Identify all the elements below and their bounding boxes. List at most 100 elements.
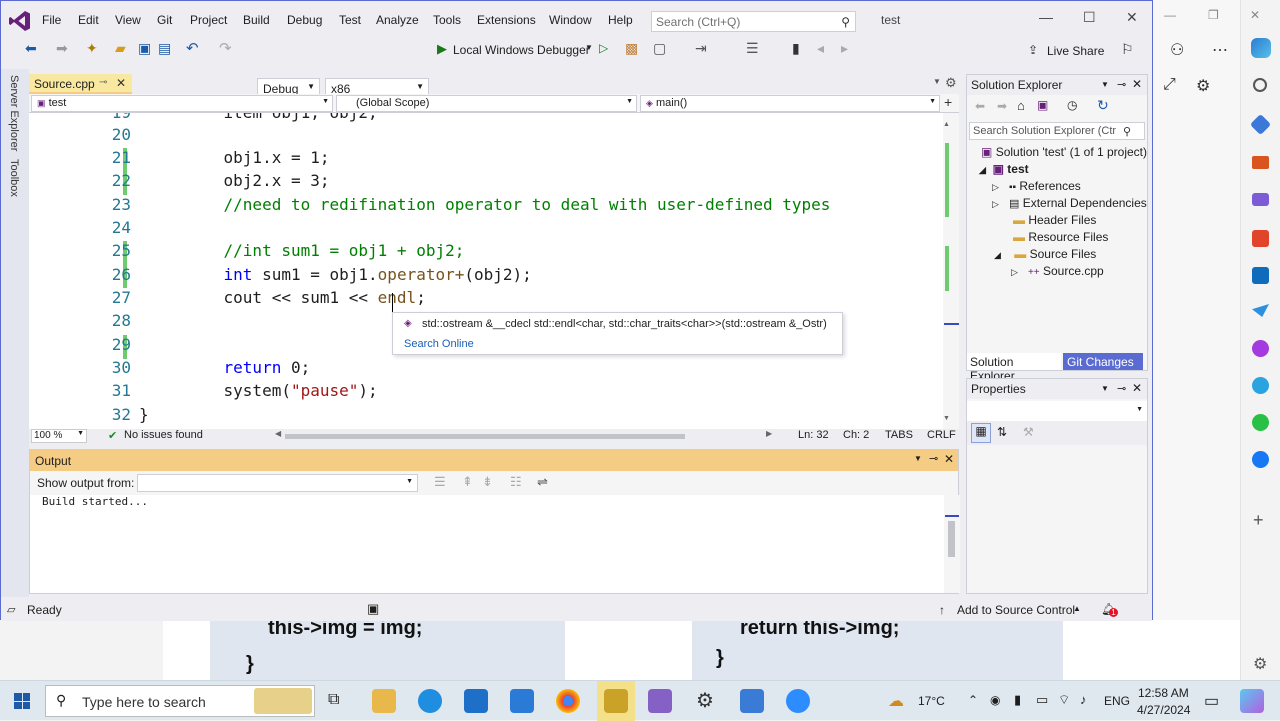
menu-analyze[interactable]: Analyze [376,13,419,27]
issues-label[interactable]: No issues found [124,429,203,441]
brain-icon[interactable]: ⚇ [1170,40,1184,60]
tree-solution[interactable]: ▣ Solution 'test' (1 of 1 project) [981,145,1147,162]
start-without-debug-icon[interactable]: ▷ [599,41,608,55]
indent-icon[interactable]: ☰ [746,40,759,57]
output-source-dropdown[interactable]: ▼ [137,474,418,492]
briefcase-icon[interactable] [1252,156,1269,169]
tree-external-deps[interactable]: ▷ ▤ External Dependencies [992,196,1147,213]
switch-views-icon[interactable]: ▣ [1037,98,1048,112]
back-icon[interactable]: ⬅ [975,99,985,113]
menu-build[interactable]: Build [243,13,270,27]
volume-icon[interactable]: ♪ [1080,692,1087,707]
scope-dropdown[interactable]: (Global Scope) ▼ [336,95,637,112]
source-control-label[interactable]: Add to Source Control [957,603,1075,617]
forward-icon[interactable]: ➡ [997,99,1007,113]
pending-changes-icon[interactable]: ◷ [1067,98,1077,112]
weather-temp[interactable]: 17°C [918,694,945,708]
whatsapp-icon[interactable] [1252,414,1269,431]
clear-icon[interactable]: ☷ [510,474,522,490]
facebook-icon[interactable] [1252,451,1269,468]
find-icon[interactable]: ☰ [434,474,446,490]
pin-icon[interactable]: ⊸ [1117,382,1126,395]
open-folder-icon[interactable]: ▰ [115,40,126,57]
scroll-thumb[interactable] [948,521,955,557]
chevron-down-icon[interactable]: ▼ [585,43,593,52]
tree-source-cpp[interactable]: ▷ ++ Source.cpp [1011,264,1104,281]
next-message-icon[interactable]: ⇟ [482,474,493,490]
step-icon[interactable]: ⇥ [695,40,707,57]
live-share-label[interactable]: Live Share [1047,44,1104,58]
telegram-icon[interactable] [1252,377,1269,394]
pin-icon[interactable]: ⊸ [99,77,107,88]
minimize-icon[interactable]: — [1039,9,1053,25]
toolbox-tab[interactable]: Toolbox [8,159,20,197]
chevron-up-icon[interactable]: ▲ [1073,604,1081,613]
categorized-icon[interactable]: ▦ [971,423,991,443]
file-explorer-icon[interactable] [372,689,396,713]
sync-icon[interactable]: ↻ [1097,97,1109,114]
scroll-down-icon[interactable]: ▼ [943,415,950,422]
scroll-left-icon[interactable]: ◀ [275,429,281,438]
screenshot-icon[interactable]: ▢ [653,40,666,57]
dropdown-icon[interactable]: ▼ [1101,384,1109,393]
more-icon[interactable]: ⋯ [1212,40,1228,60]
tab-source-cpp[interactable]: Source.cpp ⊸ ✕ [29,74,132,94]
close-icon[interactable]: ✕ [944,452,954,466]
chevron-up-icon[interactable]: ⌃ [968,693,978,707]
tree-header-files[interactable]: ▬ Header Files [1013,213,1096,230]
notification-icon[interactable]: ▭ [1204,691,1219,711]
mail-icon[interactable] [464,689,488,713]
dropdown-icon[interactable]: ▼ [1101,80,1109,89]
play-icon[interactable]: ▶ [437,41,447,57]
pin-icon[interactable]: ⊸ [1117,78,1126,91]
remote-desktop-icon[interactable] [740,689,764,713]
browser-minimize-icon[interactable]: — [1164,8,1176,22]
start-icon[interactable] [14,693,30,709]
properties-object-dropdown[interactable]: ▼ [967,401,1147,421]
menu-help[interactable]: Help [608,13,633,27]
tag-icon[interactable] [1249,113,1272,136]
close-icon[interactable]: ✕ [1126,9,1138,26]
menu-debug[interactable]: Debug [287,13,322,27]
zoom-dropdown[interactable]: 100 % ▼ [31,429,87,443]
home-icon[interactable]: ⌂ [1017,98,1025,113]
editor-vertical-scrollbar[interactable]: ▲ ▼ [943,113,959,429]
new-item-icon[interactable]: ✦ [86,40,98,57]
zoom-icon[interactable] [786,689,810,713]
maximize-icon[interactable]: ☐ [1083,9,1096,26]
scroll-right-icon[interactable]: ▶ [766,429,772,438]
add-icon[interactable]: + [1253,510,1264,531]
redo-icon[interactable]: ↷ [219,39,232,57]
prev-bookmark-icon[interactable]: ◂ [817,40,824,57]
browser-close-icon[interactable]: ✕ [1250,8,1260,22]
outlook-icon[interactable] [1252,267,1269,284]
menu-extensions[interactable]: Extensions [477,13,536,27]
menu-tools[interactable]: Tools [433,13,461,27]
clock-time[interactable]: 12:58 AM [1138,686,1189,700]
search-box[interactable]: Search (Ctrl+Q) ⚲ [651,11,856,32]
save-all-icon[interactable]: ▤ [158,40,171,57]
menu-view[interactable]: View [115,13,141,27]
expand-icon[interactable]: ⤢ [1163,76,1176,94]
solution-search-input[interactable]: Search Solution Explorer (Ctr ⚲ [969,122,1145,140]
browse-icon[interactable]: ▩ [625,40,638,57]
server-explorer-tab[interactable]: Server Explorer [8,75,20,151]
send-icon[interactable] [1252,304,1269,317]
tabs-indicator[interactable]: TABS [885,429,913,441]
save-icon[interactable]: ▣ [138,40,151,57]
next-bookmark-icon[interactable]: ▸ [841,40,848,57]
menu-git[interactable]: Git [157,13,172,27]
settings-icon[interactable]: ⚙ [696,688,714,713]
menu-edit[interactable]: Edit [78,13,99,27]
word-wrap-icon[interactable]: ⇌ [537,474,548,490]
close-tab-icon[interactable]: ✕ [116,76,126,90]
copilot-taskbar-icon[interactable] [1240,689,1264,713]
tree-resource-files[interactable]: ▬ Resource Files [1013,230,1108,247]
back-icon[interactable]: ⬅ [25,40,37,57]
live-share-icon[interactable]: ⇪ [1028,43,1038,57]
eol-indicator[interactable]: CRLF [927,429,956,441]
char-indicator[interactable]: Ch: 2 [843,429,869,441]
tree-references[interactable]: ▷ ▪▪ References [992,179,1081,196]
sticky-app-icon[interactable] [604,689,628,713]
taskbar-search[interactable]: ⚲ Type here to search [45,685,315,717]
